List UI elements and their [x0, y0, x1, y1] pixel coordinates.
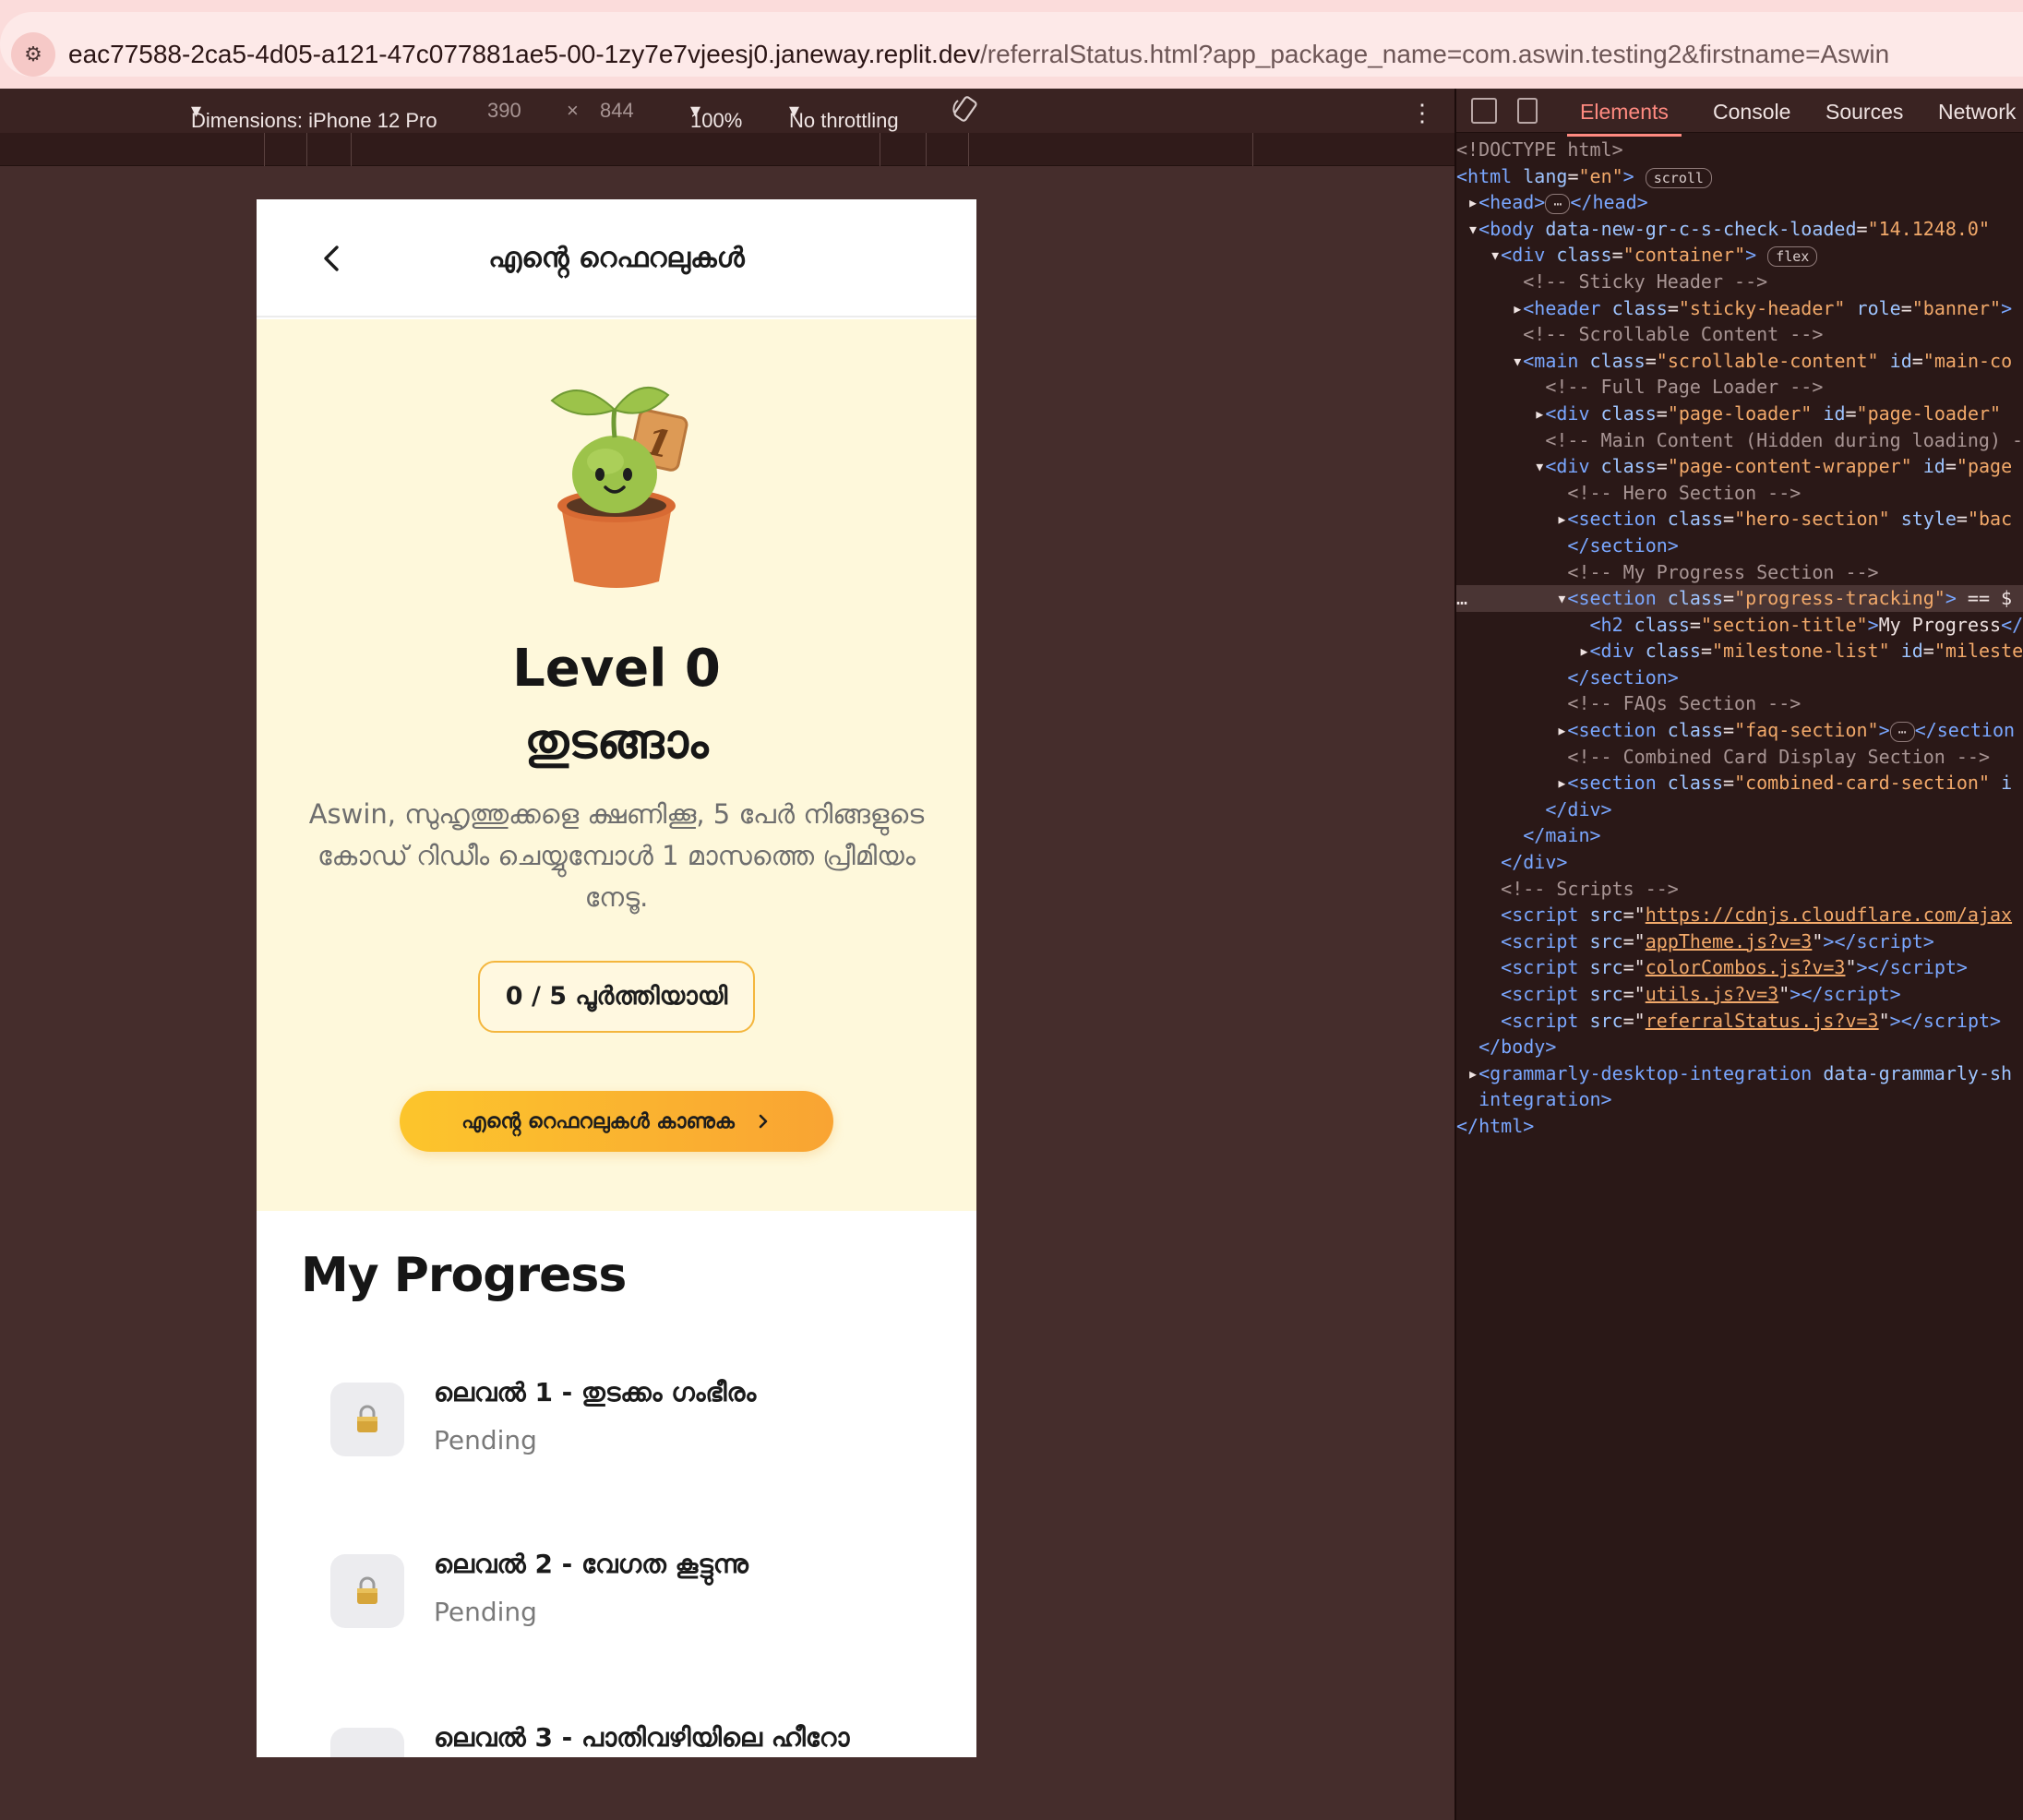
dom-node-line[interactable]: <!-- Scrollable Content --> — [1456, 321, 2023, 348]
dom-node-line[interactable]: <script src="appTheme.js?v=3"></script> — [1456, 928, 2023, 955]
times-sign: × — [567, 99, 579, 122]
rotate-icon[interactable] — [951, 94, 980, 124]
milestone-status: Pending — [434, 1425, 537, 1455]
url-host: eac77588-2ca5-4d05-a121-47c077881ae5-00-… — [68, 40, 980, 68]
tab-elements[interactable]: Elements — [1567, 100, 1682, 137]
device-toggle-icon[interactable] — [1517, 98, 1538, 124]
zoom-value: 100% — [690, 109, 743, 132]
dom-node-line[interactable]: integration> — [1456, 1086, 2023, 1113]
device-select[interactable]: Dimensions: iPhone 12 Pro ▾ — [191, 99, 437, 132]
device-label: Dimensions: iPhone 12 Pro — [191, 109, 437, 132]
milestone-item: ലെവൽ 1 - തുടക്കം ഗംഭീരം Pending — [330, 1371, 921, 1473]
dom-node-line[interactable]: </div> — [1456, 849, 2023, 876]
dom-node-line[interactable]: ▾<div class="page-content-wrapper" id="p… — [1456, 453, 2023, 480]
dom-node-line[interactable]: ▾<body data-new-gr-c-s-check-loaded="14.… — [1456, 216, 2023, 243]
dom-node-line[interactable]: </main> — [1456, 822, 2023, 849]
hero-description: Aswin, സുഹൃത്തുക്കളെ ക്ഷണിക്കൂ, 5 പേർ നി… — [308, 798, 925, 913]
dom-node-line[interactable]: </html> — [1456, 1113, 2023, 1140]
dom-node-line[interactable]: <h2 class="section-title">My Progress</ — [1456, 612, 2023, 639]
progress-badge: 0 / 5 പൂർത്തിയായി — [478, 961, 755, 1033]
section-title: My Progress — [301, 1248, 627, 1303]
dom-node-line[interactable]: <!-- Combined Card Display Section --> — [1456, 744, 2023, 771]
level-title: Level 0 — [512, 639, 721, 699]
dom-node-line[interactable]: ▸<section class="hero-section" style="ba… — [1456, 506, 2023, 533]
device-toolbar: Dimensions: iPhone 12 Pro ▾ 390 × 844 10… — [0, 89, 1454, 133]
sticky-header: എൻ്റെ റെഫറലുകൾ — [257, 199, 976, 317]
url-text[interactable]: eac77588-2ca5-4d05-a121-47c077881ae5-00-… — [68, 40, 1889, 69]
dom-node-line[interactable]: ▸<grammarly-desktop-integration data-gra… — [1456, 1060, 2023, 1087]
page-title: എൻ്റെ റെഫറലുകൾ — [488, 242, 745, 274]
dom-tree[interactable]: <!DOCTYPE html> <html lang="en"> scroll ▸… — [1456, 137, 2023, 1140]
tab-console[interactable]: Console — [1713, 100, 1790, 125]
dom-node-line[interactable]: <script src="https://cdnjs.cloudflare.co… — [1456, 902, 2023, 928]
milestone-status: Pending — [434, 1597, 537, 1627]
milestone-title: ലെവൽ 2 - വേഗത കൂട്ടുന്നു — [434, 1549, 748, 1579]
site-settings-icon[interactable]: ⚙ — [11, 32, 55, 77]
sprout-mascot-icon: 1 — [550, 387, 688, 588]
view-referrals-label: എൻ്റെ റെഫറലുകൾ കാണുക — [461, 1109, 735, 1133]
dom-node-line[interactable]: <!-- Hero Section --> — [1456, 480, 2023, 507]
inspect-element-icon[interactable] — [1471, 98, 1497, 124]
more-options-icon[interactable]: ⋮ — [1410, 99, 1434, 127]
dom-node-line[interactable]: <script src="utils.js?v=3"></script> — [1456, 981, 2023, 1008]
dom-node-line[interactable]: … ▾<section class="progress-tracking"> =… — [1456, 585, 2023, 612]
height-input[interactable]: 844 — [600, 99, 634, 123]
dom-node-line[interactable]: <!-- FAQs Section --> — [1456, 690, 2023, 717]
dom-node-line[interactable]: ▸<header class="sticky-header" role="ban… — [1456, 295, 2023, 322]
phone-viewport: എൻ്റെ റെഫറലുകൾ 1 Level 0 തുടങ്ങാം Aswin,… — [257, 199, 976, 1757]
view-referrals-button[interactable]: എൻ്റെ റെഫറലുകൾ കാണുക — [400, 1091, 833, 1152]
dom-node-line[interactable]: <script src="referralStatus.js?v=3"></sc… — [1456, 1008, 2023, 1035]
dom-node-line[interactable]: <!-- Scripts --> — [1456, 876, 2023, 903]
dom-node-line[interactable]: <html lang="en"> scroll — [1456, 163, 2023, 190]
url-path: /referralStatus.html?app_package_name=co… — [979, 40, 1890, 68]
dom-node-line[interactable]: </section> — [1456, 533, 2023, 559]
dom-node-line[interactable]: </section> — [1456, 665, 2023, 691]
lock-icon — [330, 1728, 404, 1757]
dom-node-line[interactable]: ▸<div class="page-loader" id="page-loade… — [1456, 401, 2023, 427]
dom-node-line[interactable]: <!-- Main Content (Hidden during loading… — [1456, 427, 2023, 454]
dom-node-line[interactable]: ▾<main class="scrollable-content" id="ma… — [1456, 348, 2023, 375]
dom-node-line[interactable]: ▸<section class="faq-section"> ⋯ </section — [1456, 717, 2023, 744]
dom-node-line[interactable]: ▸<head> ⋯ </head> — [1456, 189, 2023, 216]
milestone-title: ലെവൽ 3 - പാതിവഴിയിലെ ഹീറോ — [434, 1722, 850, 1753]
browser-url-bar: ⚙ eac77588-2ca5-4d05-a121-47c077881ae5-0… — [0, 0, 2023, 89]
devtools-panel: Elements Console Sources Network <!DOCTY… — [1454, 89, 2023, 1820]
milestone-item: ലെവൽ 2 - വേഗത കൂട്ടുന്നു Pending — [330, 1543, 921, 1645]
lock-icon — [330, 1554, 404, 1628]
throttling-value: No throttling — [789, 109, 899, 132]
tab-sources[interactable]: Sources — [1825, 100, 1903, 125]
media-query-ruler — [0, 133, 1454, 166]
dom-node-line[interactable]: ▸<div class="milestone-list" id="mileste — [1456, 638, 2023, 665]
dom-node-line[interactable]: <!-- Full Page Loader --> — [1456, 374, 2023, 401]
zoom-select[interactable]: 100% ▾ — [690, 99, 742, 132]
dom-node-line[interactable]: <!-- My Progress Section --> — [1456, 559, 2023, 586]
dom-node-line[interactable]: ▸<section class="combined-card-section" … — [1456, 770, 2023, 796]
dom-node-line[interactable]: <script src="colorCombos.js?v=3"></scrip… — [1456, 954, 2023, 981]
dom-node-line[interactable]: </body> — [1456, 1034, 2023, 1060]
hero-section: 1 Level 0 തുടങ്ങാം Aswin, സുഹൃത്തുക്കളെ … — [257, 319, 976, 1211]
throttling-select[interactable]: No throttling ▾ — [789, 99, 899, 132]
level-subtitle: തുടങ്ങാം — [524, 714, 709, 770]
chevron-right-icon — [759, 1114, 768, 1129]
address-field[interactable]: ⚙ eac77588-2ca5-4d05-a121-47c077881ae5-0… — [0, 12, 2023, 77]
lock-icon — [330, 1383, 404, 1456]
milestone-title: ലെവൽ 1 - തുടക്കം ഗംഭീരം — [434, 1377, 757, 1407]
tab-network[interactable]: Network — [1938, 100, 2016, 125]
dom-node-line[interactable]: <!-- Sticky Header --> — [1456, 269, 2023, 295]
dom-node-line[interactable]: <!DOCTYPE html> — [1456, 137, 2023, 163]
milestone-item: ലെവൽ 3 - പാതിവഴിയിലെ ഹീറോ — [330, 1717, 921, 1757]
dom-node-line[interactable]: ▾<div class="container"> flex — [1456, 242, 2023, 269]
dom-node-line[interactable]: </div> — [1456, 796, 2023, 823]
width-input[interactable]: 390 — [487, 99, 521, 123]
devtools-tab-bar: Elements Console Sources Network — [1456, 89, 2023, 137]
